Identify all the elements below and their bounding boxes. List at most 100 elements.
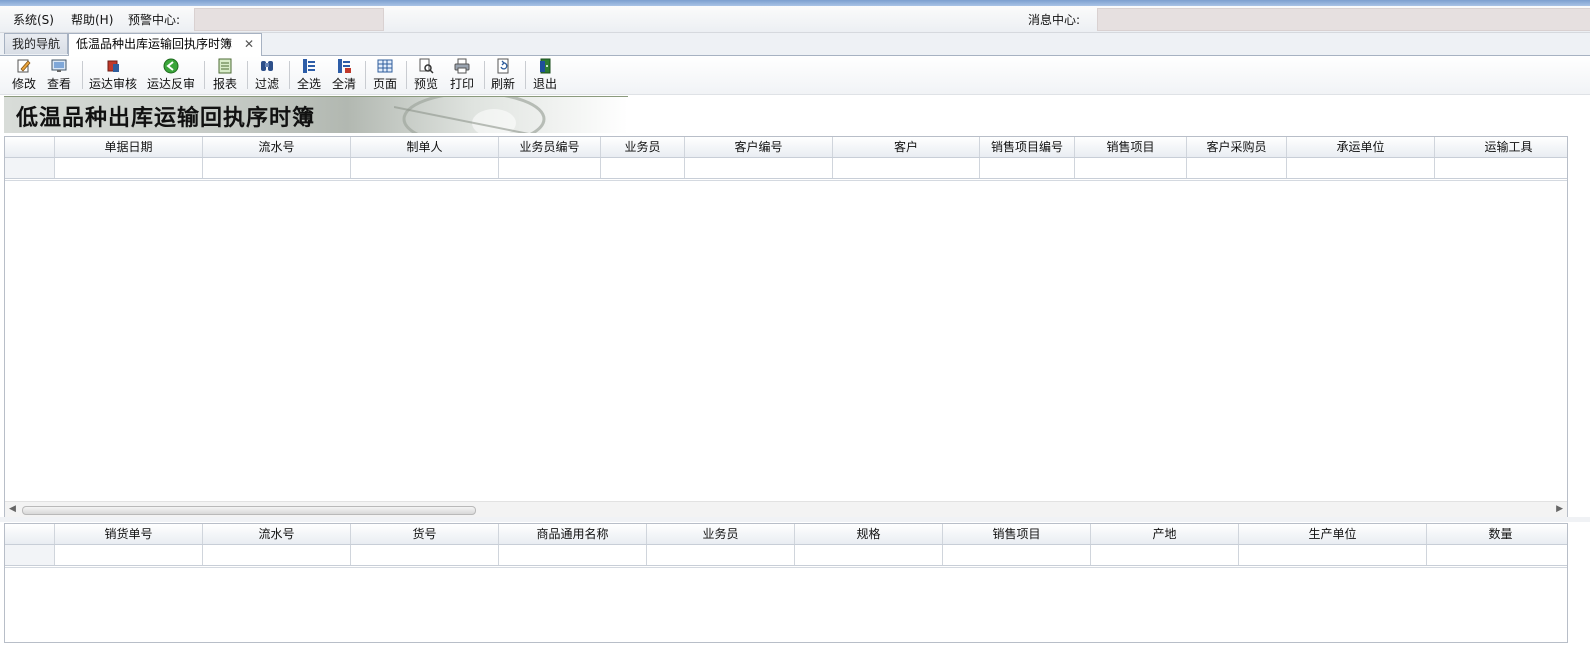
table-cell[interactable] [647,545,795,565]
printer-icon [454,58,470,74]
message-center-label: 消息中心: [1028,13,1081,27]
scrollbar-thumb[interactable] [22,506,476,515]
back-arrow-icon [163,58,179,74]
report-banner: 低温品种出库运输回执序时簿 [4,96,628,133]
main-grid: 单据日期 流水号 制单人 业务员编号 业务员 客户编号 客户 销售项目编号 销售… [4,136,1568,520]
row-header-corner [5,137,55,157]
table-cell[interactable] [1435,158,1567,178]
main-grid-header: 单据日期 流水号 制单人 业务员编号 业务员 客户编号 客户 销售项目编号 销售… [5,137,1567,158]
menu-system[interactable]: 系统(S) [13,11,54,28]
row-header[interactable] [5,545,55,565]
toolbar-separator [484,61,485,89]
table-cell[interactable] [55,545,203,565]
grid-divider [5,180,1567,181]
table-cell[interactable] [203,158,351,178]
column-header[interactable]: 商品通用名称 [499,524,647,544]
table-cell[interactable] [833,158,980,178]
column-header[interactable]: 单据日期 [55,137,203,157]
select-all-button[interactable]: 全选 [295,58,323,92]
approve-button[interactable]: 运达审核 [88,58,138,92]
column-header[interactable]: 运输工具 [1435,137,1567,157]
column-header[interactable]: 业务员 [601,137,685,157]
column-header[interactable]: 销售项目 [1075,137,1187,157]
table-cell[interactable] [795,545,943,565]
page-grid-icon [377,59,393,73]
toolbar-separator [204,61,205,89]
table-cell[interactable] [1287,158,1435,178]
report-button[interactable]: 报表 [211,58,239,92]
detail-grid-header: 销货单号 流水号 货号 商品通用名称 业务员 规格 销售项目 产地 生产单位 数… [5,524,1567,545]
view-button[interactable]: 查看 [45,58,73,92]
tab-current-report[interactable]: 低温品种出库运输回执序时簿 ✕ [68,33,263,56]
tab-my-navigation[interactable]: 我的导航 [4,33,69,54]
table-cell[interactable] [499,158,601,178]
toolbar-separator [247,61,248,89]
column-header[interactable]: 客户 [833,137,980,157]
toolbar-separator [525,61,526,89]
unapprove-button[interactable]: 运达反审 [146,58,196,92]
column-header[interactable]: 承运单位 [1287,137,1435,157]
page-title: 低温品种出库运输回执序时簿 [16,105,316,131]
menu-bar: 系统(S) 帮助(H) 预警中心: 消息中心: [0,6,1590,33]
table-cell[interactable] [1239,545,1427,565]
table-cell[interactable] [980,158,1075,178]
column-header[interactable]: 客户采购员 [1187,137,1287,157]
panel-splitter[interactable] [0,517,1590,522]
column-header[interactable]: 销货单号 [55,524,203,544]
column-header[interactable]: 生产单位 [1239,524,1427,544]
refresh-button[interactable]: 刷新 [489,58,517,92]
warning-center-box[interactable] [194,8,384,31]
column-header[interactable]: 数量 [1427,524,1567,544]
binoculars-icon [261,61,273,71]
close-icon[interactable]: ✕ [244,37,254,51]
menu-help[interactable]: 帮助(H) [71,11,113,28]
table-cell[interactable] [203,545,351,565]
column-header[interactable]: 流水号 [203,524,351,544]
preview-button[interactable]: 预览 [412,58,440,92]
column-header[interactable]: 流水号 [203,137,351,157]
detail-grid: 销货单号 流水号 货号 商品通用名称 业务员 规格 销售项目 产地 生产单位 数… [4,523,1568,643]
column-header[interactable]: 规格 [795,524,943,544]
column-header[interactable]: 销售项目编号 [980,137,1075,157]
toolbar-separator [406,61,407,89]
table-cell[interactable] [1075,158,1187,178]
page-button[interactable]: 页面 [371,58,399,92]
column-header[interactable]: 货号 [351,524,499,544]
table-cell[interactable] [1187,158,1287,178]
table-row[interactable] [5,158,1567,179]
tab-label: 低温品种出库运输回执序时簿 [76,37,233,51]
row-header[interactable] [5,158,55,178]
table-cell[interactable] [55,158,203,178]
row-header-corner [5,524,55,544]
edit-button[interactable]: 修改 [10,58,38,92]
column-header[interactable]: 客户编号 [685,137,833,157]
exit-door-icon [540,58,551,74]
table-cell[interactable] [499,545,647,565]
horizontal-scrollbar[interactable]: ◀ ▶ [5,501,1567,518]
select-all-icon [303,59,315,73]
print-button[interactable]: 打印 [448,58,476,92]
filter-button[interactable]: 过滤 [253,58,281,92]
table-cell[interactable] [351,158,499,178]
column-header[interactable]: 产地 [1091,524,1239,544]
message-center-box[interactable] [1097,8,1590,31]
column-header[interactable]: 业务员编号 [499,137,601,157]
column-header[interactable]: 业务员 [647,524,795,544]
table-cell[interactable] [1091,545,1239,565]
report-icon [218,58,232,74]
edit-icon [17,59,31,73]
toolbar: 修改 查看 运达审核 运达反审 报表 过滤 全选 全清 页面 预览 打印 刷新 … [0,56,1590,95]
table-cell[interactable] [351,545,499,565]
table-cell[interactable] [1427,545,1567,565]
clear-all-button[interactable]: 全清 [330,58,358,92]
table-cell[interactable] [943,545,1091,565]
column-header[interactable]: 制单人 [351,137,499,157]
table-row[interactable] [5,545,1567,566]
scroll-left-icon[interactable]: ◀ [9,504,16,514]
exit-button[interactable]: 退出 [531,58,559,92]
scroll-right-icon[interactable]: ▶ [1556,504,1563,514]
table-cell[interactable] [601,158,685,178]
column-header[interactable]: 销售项目 [943,524,1091,544]
table-cell[interactable] [685,158,833,178]
toolbar-separator [365,61,366,89]
